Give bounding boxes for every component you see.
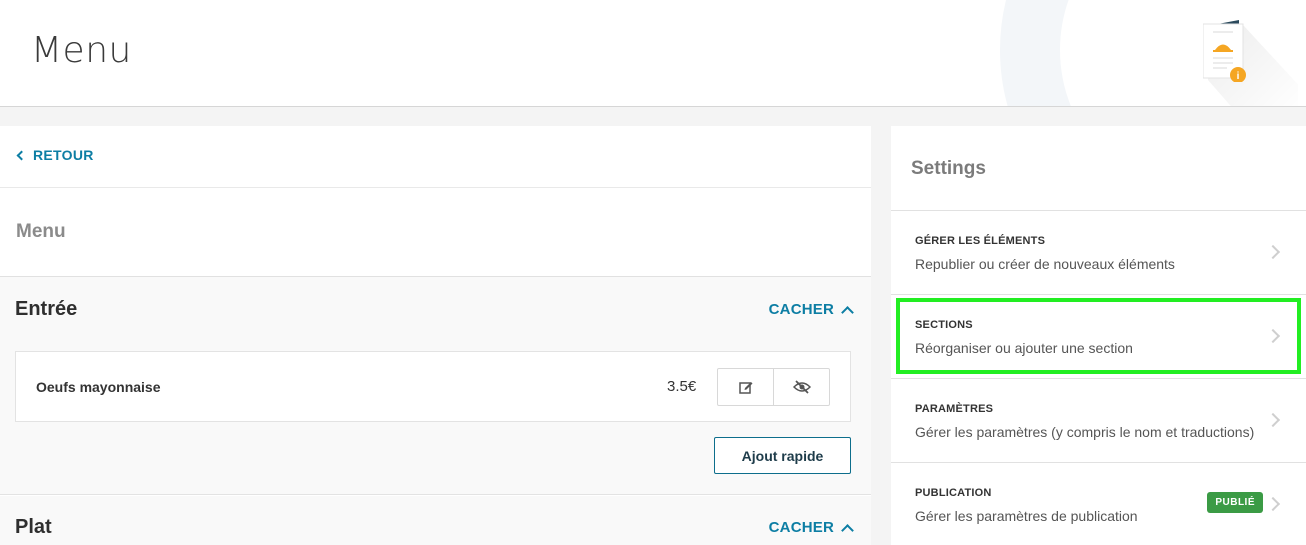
back-row: RETOUR bbox=[0, 126, 871, 188]
settings-item-publication[interactable]: PUBLICATION Gérer les paramètres de publ… bbox=[891, 462, 1306, 545]
quick-add-button[interactable]: Ajout rapide bbox=[714, 437, 851, 474]
published-status-badge: PUBLIÉ bbox=[1207, 492, 1263, 513]
settings-panel: Settings GÉRER LES ÉLÉMENTS Republier ou… bbox=[891, 126, 1306, 545]
chevron-right-icon bbox=[1265, 244, 1281, 260]
toggle-label: CACHER bbox=[768, 301, 834, 318]
menu-heading: Menu bbox=[16, 221, 66, 242]
eye-slash-icon bbox=[792, 380, 811, 394]
back-label: RETOUR bbox=[33, 147, 94, 163]
chevron-right-icon bbox=[1265, 412, 1281, 428]
settings-item-label: PUBLICATION bbox=[915, 487, 992, 499]
chevron-up-icon bbox=[841, 523, 854, 537]
section-title: Plat bbox=[15, 516, 52, 538]
settings-item-description: Réorganiser ou ajouter une section bbox=[915, 340, 1133, 356]
chevron-up-icon bbox=[841, 305, 854, 319]
chevron-right-icon bbox=[1265, 496, 1281, 512]
chevron-left-icon bbox=[16, 150, 27, 161]
settings-item-sections[interactable]: SECTIONS Réorganiser ou ajouter une sect… bbox=[891, 294, 1306, 378]
menu-item-card: Oeufs mayonnaise 3.5€ bbox=[15, 351, 851, 422]
settings-item-description: Gérer les paramètres (y compris le nom e… bbox=[915, 424, 1255, 440]
page-header: Menu i bbox=[0, 0, 1306, 107]
item-price: 3.5€ bbox=[667, 378, 697, 395]
hide-section-toggle[interactable]: CACHER bbox=[768, 519, 854, 537]
item-name: Oeufs mayonnaise bbox=[36, 379, 161, 395]
settings-title: Settings bbox=[911, 158, 986, 179]
settings-item-label: SECTIONS bbox=[915, 319, 973, 331]
item-actions bbox=[717, 368, 830, 406]
section-title: Entrée bbox=[15, 298, 78, 320]
settings-item-parameters[interactable]: PARAMÈTRES Gérer les paramètres (y compr… bbox=[891, 378, 1306, 462]
page-title: Menu bbox=[31, 30, 132, 71]
hide-item-button[interactable] bbox=[773, 369, 829, 405]
edit-icon bbox=[738, 382, 752, 394]
back-link[interactable]: RETOUR bbox=[16, 147, 94, 163]
chevron-right-icon bbox=[1265, 328, 1281, 344]
menu-heading-row: Menu bbox=[0, 188, 871, 277]
settings-item-manage-elements[interactable]: GÉRER LES ÉLÉMENTS Republier ou créer de… bbox=[891, 210, 1306, 294]
settings-list: GÉRER LES ÉLÉMENTS Republier ou créer de… bbox=[891, 210, 1306, 545]
menu-editor-panel: RETOUR Menu Entrée CACHER Oeufs mayonnai… bbox=[0, 126, 871, 545]
menu-document-icon: i bbox=[1203, 20, 1246, 82]
settings-item-label: PARAMÈTRES bbox=[915, 403, 994, 415]
settings-item-label: GÉRER LES ÉLÉMENTS bbox=[915, 235, 1046, 247]
settings-item-description: Gérer les paramètres de publication bbox=[915, 508, 1138, 524]
edit-button[interactable] bbox=[718, 369, 773, 405]
svg-text:i: i bbox=[1237, 71, 1240, 82]
settings-item-description: Republier ou créer de nouveaux éléments bbox=[915, 256, 1175, 272]
hide-section-toggle[interactable]: CACHER bbox=[768, 301, 854, 319]
section-entree: Entrée CACHER Oeufs mayonnaise 3.5€ Ajou… bbox=[0, 277, 871, 495]
section-plat: Plat CACHER bbox=[0, 496, 871, 545]
toggle-label: CACHER bbox=[768, 519, 834, 536]
